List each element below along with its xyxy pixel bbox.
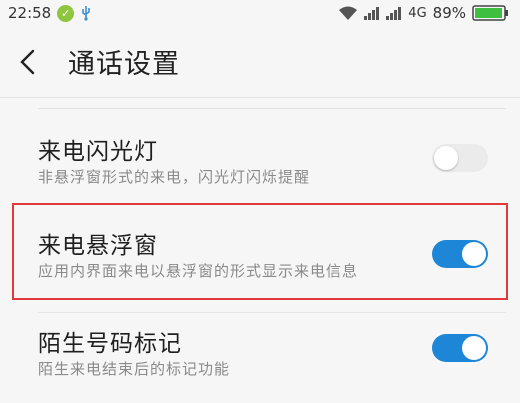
setting-title: 陌生号码标记 xyxy=(38,331,182,357)
page-title: 通话设置 xyxy=(68,49,180,80)
setting-row-flashlight[interactable]: 来电闪光灯 非悬浮窗形式的来电，闪光灯闪烁提醒 xyxy=(0,118,520,208)
status-right: 4G 89% xyxy=(338,4,510,22)
setting-title: 来电悬浮窗 xyxy=(38,233,158,259)
setting-subtitle: 陌生来电结束后的标记功能 xyxy=(38,360,231,378)
flashlight-toggle[interactable] xyxy=(432,144,488,172)
app-notification-icon: ✓ xyxy=(57,4,75,22)
stranger-mark-toggle[interactable] xyxy=(432,334,488,362)
toggle-knob xyxy=(462,242,486,266)
status-time: 22:58 xyxy=(8,4,52,22)
setting-row-floating-window[interactable]: 来电悬浮窗 应用内界面来电以悬浮窗的形式显示来电信息 xyxy=(0,210,520,300)
status-left: 22:58 ✓ xyxy=(8,4,92,22)
floating-window-toggle[interactable] xyxy=(432,240,488,268)
battery-percent: 89% xyxy=(432,4,466,22)
signal-icon xyxy=(364,6,380,20)
setting-subtitle: 应用内界面来电以悬浮窗的形式显示来电信息 xyxy=(38,262,359,280)
setting-title: 来电闪光灯 xyxy=(38,139,158,165)
setting-subtitle: 非悬浮窗形式的来电，闪光灯闪烁提醒 xyxy=(38,168,311,186)
signal-icon-2 xyxy=(386,6,402,20)
usb-icon xyxy=(80,5,92,21)
wifi-icon xyxy=(338,6,358,21)
header: 通话设置 xyxy=(0,26,520,98)
setting-row-stranger-mark[interactable]: 陌生号码标记 陌生来电结束后的标记功能 xyxy=(0,312,520,402)
battery-charging-icon xyxy=(472,5,510,21)
toggle-knob xyxy=(434,146,458,170)
back-arrow-icon[interactable] xyxy=(0,26,56,98)
divider xyxy=(38,108,506,109)
toggle-knob xyxy=(462,336,486,360)
status-bar: 22:58 ✓ 4G 89% xyxy=(0,0,520,26)
network-type: 4G xyxy=(408,5,427,21)
